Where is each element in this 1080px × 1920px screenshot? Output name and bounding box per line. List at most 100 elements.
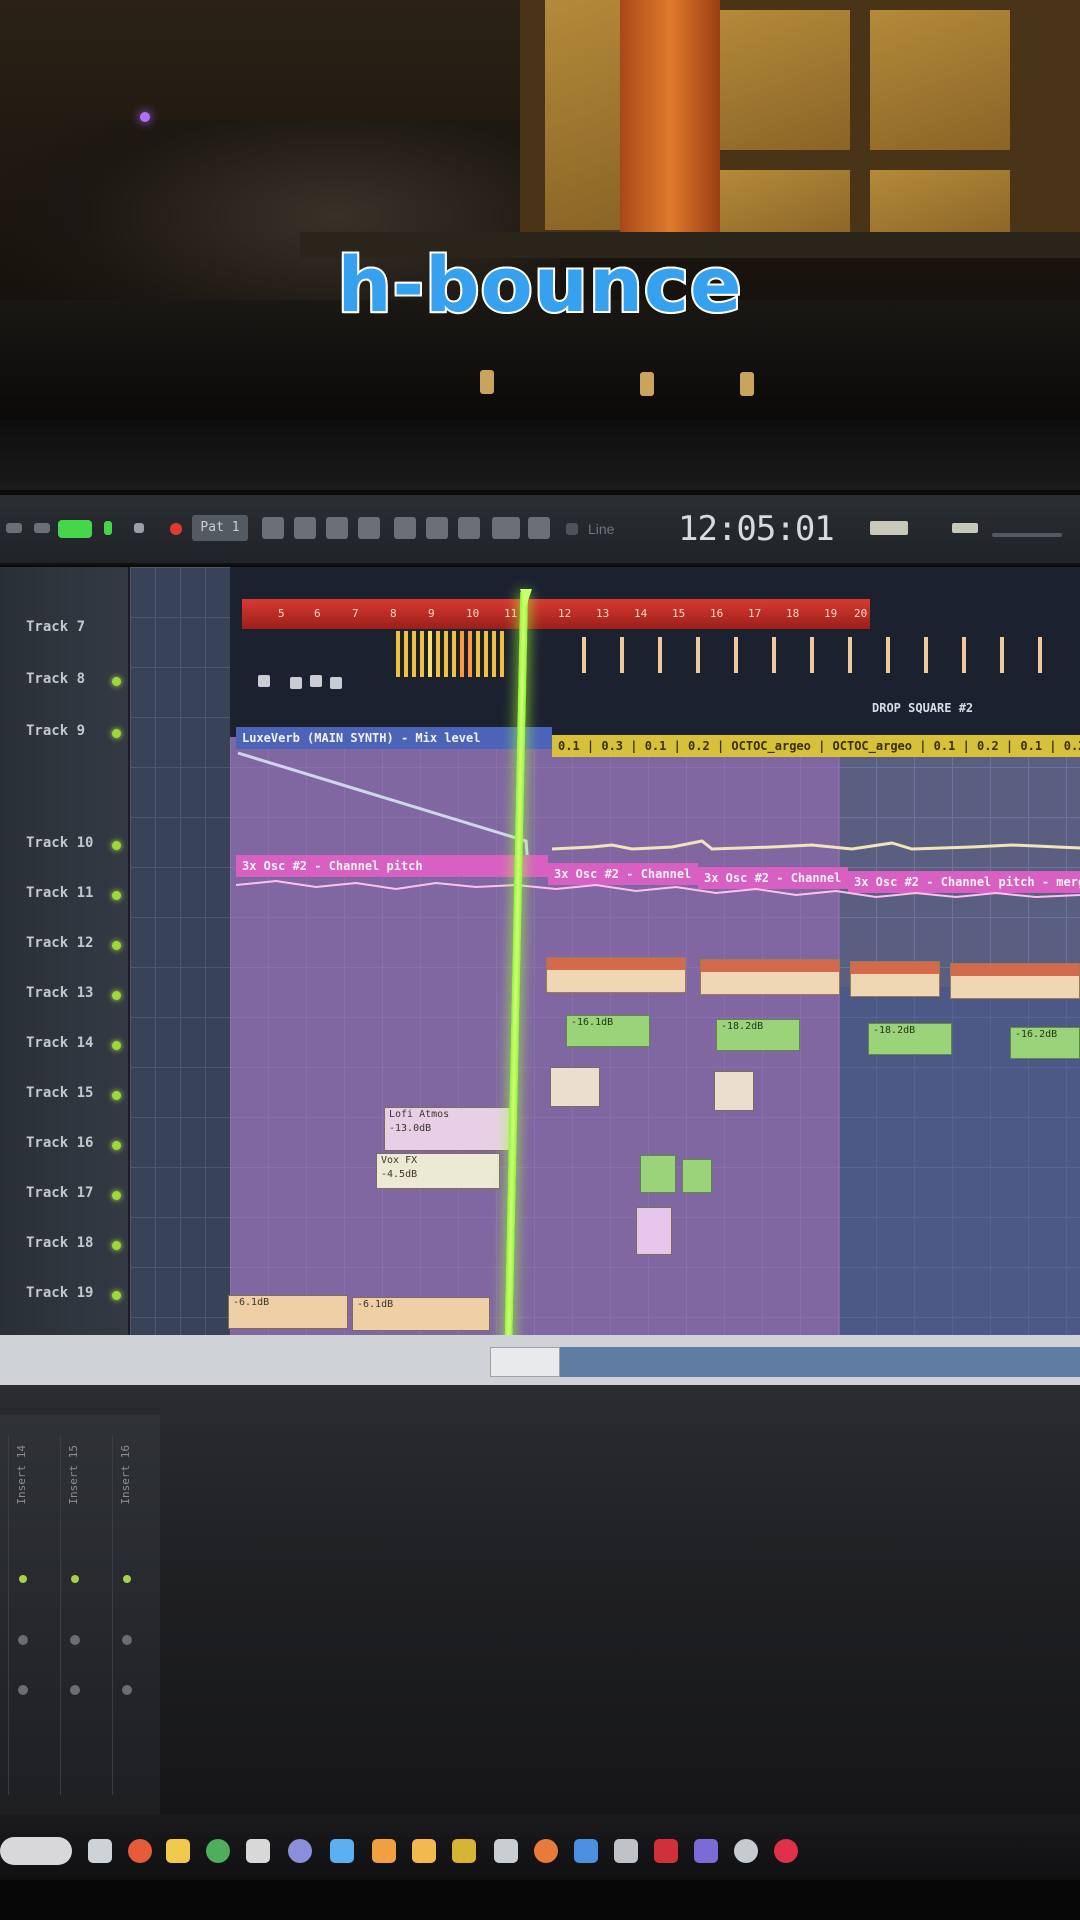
stereo-knob[interactable] (70, 1685, 80, 1695)
track-header[interactable]: Track 11 (0, 871, 130, 919)
notes-icon[interactable] (614, 1839, 638, 1863)
app-icon[interactable] (574, 1839, 598, 1863)
note-stick[interactable] (468, 631, 472, 677)
note-stem[interactable] (1000, 637, 1004, 673)
note-stem[interactable] (696, 637, 700, 673)
track-led[interactable] (112, 1241, 121, 1250)
small-clip[interactable] (636, 1207, 672, 1255)
loop-icon[interactable] (262, 517, 284, 539)
plugin-icon[interactable] (458, 517, 480, 539)
note-stem[interactable] (962, 637, 966, 673)
mixer-icon[interactable] (394, 517, 416, 539)
settings-icon[interactable] (734, 1839, 758, 1863)
teams-icon[interactable] (694, 1839, 718, 1863)
track-led[interactable] (112, 841, 121, 850)
note-stem[interactable] (886, 637, 890, 673)
green-clip[interactable]: -18.2dB (716, 1019, 800, 1051)
clip-yellow-strip[interactable]: 0.1 | 0.3 | 0.1 | 0.2 | OCTOC_argeo | OC… (552, 735, 1080, 757)
note-stem[interactable] (924, 637, 928, 673)
audio-clip[interactable] (546, 957, 686, 993)
track-header[interactable]: Track 12 (0, 921, 130, 969)
green-clip[interactable] (640, 1155, 676, 1193)
pan-knob[interactable] (18, 1635, 28, 1645)
track-header[interactable]: Track 10 (0, 821, 130, 869)
note-stick[interactable] (492, 631, 496, 677)
note-stick[interactable] (452, 631, 456, 677)
track-header[interactable]: Track 8 (0, 657, 130, 705)
note-stem[interactable] (582, 637, 586, 673)
pan-knob[interactable] (122, 1635, 132, 1645)
note-stem[interactable] (658, 637, 662, 673)
clip-lofi-atmos[interactable]: Lofi Atmos -13.0dB (384, 1107, 512, 1151)
note-stem[interactable] (620, 637, 624, 673)
track-led[interactable] (112, 1041, 121, 1050)
scrollbar-track[interactable] (560, 1347, 1080, 1377)
track-led[interactable] (112, 891, 121, 900)
piano-roll-icon[interactable] (326, 517, 348, 539)
task-view-icon[interactable] (88, 1839, 112, 1863)
channel-rack-icon[interactable] (358, 517, 380, 539)
pattern-mode-icon[interactable] (104, 521, 112, 535)
note-stick[interactable] (436, 631, 440, 677)
note-stick[interactable] (404, 631, 408, 677)
arrow-icon[interactable] (34, 523, 50, 533)
audio-clip[interactable] (950, 963, 1080, 999)
folder-icon[interactable] (166, 1839, 190, 1863)
green-clip[interactable]: -16.2dB (1010, 1027, 1080, 1059)
clip-drop-square[interactable]: DROP SQUARE #2 (866, 697, 1026, 719)
scrollbar-thumb[interactable] (490, 1347, 560, 1377)
note-stick[interactable] (460, 631, 464, 677)
discord-icon[interactable] (494, 1839, 518, 1863)
track-header[interactable]: Track 7 (0, 605, 130, 653)
track-header[interactable]: Track 16 (0, 1121, 130, 1169)
track-led[interactable] (112, 991, 121, 1000)
note-stem[interactable] (1038, 637, 1042, 673)
track-header[interactable]: Track 14 (0, 1021, 130, 1069)
game-icon[interactable] (452, 1839, 476, 1863)
insert-led[interactable] (19, 1575, 27, 1583)
twitter-icon[interactable] (330, 1839, 354, 1863)
note-stick[interactable] (428, 631, 432, 677)
steam-icon[interactable] (288, 1839, 312, 1863)
pitch-clip[interactable]: 3x Osc #2 - Channel pitch (236, 855, 548, 877)
playlist-icon[interactable] (294, 517, 316, 539)
record-icon[interactable] (170, 523, 182, 535)
calculator-icon[interactable] (246, 1839, 270, 1863)
pan-knob[interactable] (70, 1635, 80, 1645)
track-header[interactable]: Track 19 (0, 1271, 130, 1319)
track-led[interactable] (112, 1141, 121, 1150)
chrome-icon[interactable] (206, 1839, 230, 1863)
pattern-box[interactable]: Pat 1 (192, 515, 248, 541)
track-header[interactable]: Track 18 (0, 1221, 130, 1269)
track-led[interactable] (112, 677, 121, 686)
clip-bottom[interactable]: -6.1dB (228, 1295, 348, 1329)
note-stick[interactable] (444, 631, 448, 677)
photos-icon[interactable] (534, 1839, 558, 1863)
winrar-icon[interactable] (654, 1839, 678, 1863)
note-stem[interactable] (734, 637, 738, 673)
note-stick[interactable] (484, 631, 488, 677)
note-stem[interactable] (810, 637, 814, 673)
note-stick[interactable] (500, 631, 504, 677)
small-clip[interactable] (550, 1067, 600, 1107)
snap-icon[interactable] (566, 523, 578, 535)
playlist-scrollbar[interactable] (0, 1335, 1080, 1385)
pattern-block[interactable] (310, 675, 322, 687)
volume-slider[interactable] (992, 533, 1062, 537)
search-icon[interactable] (0, 1837, 72, 1865)
snap-mode-label[interactable]: Line (588, 521, 614, 537)
mixer-strip[interactable]: Insert 15 (60, 1435, 90, 1795)
folder-2-icon[interactable] (412, 1839, 436, 1863)
mixer-strip[interactable]: Insert 16 (112, 1435, 142, 1795)
stereo-knob[interactable] (122, 1685, 132, 1695)
note-stick[interactable] (420, 631, 424, 677)
automation-clip-luxeverb[interactable]: LuxeVerb (MAIN SYNTH) - Mix level (236, 727, 552, 749)
track-led[interactable] (112, 1291, 121, 1300)
stereo-knob[interactable] (18, 1685, 28, 1695)
fl-studio-icon[interactable] (372, 1839, 396, 1863)
edge-icon[interactable] (128, 1839, 152, 1863)
play-indicator[interactable] (58, 520, 92, 538)
audio-clip[interactable] (850, 961, 940, 997)
arrow-icon[interactable] (6, 523, 22, 533)
track-led[interactable] (112, 1191, 121, 1200)
